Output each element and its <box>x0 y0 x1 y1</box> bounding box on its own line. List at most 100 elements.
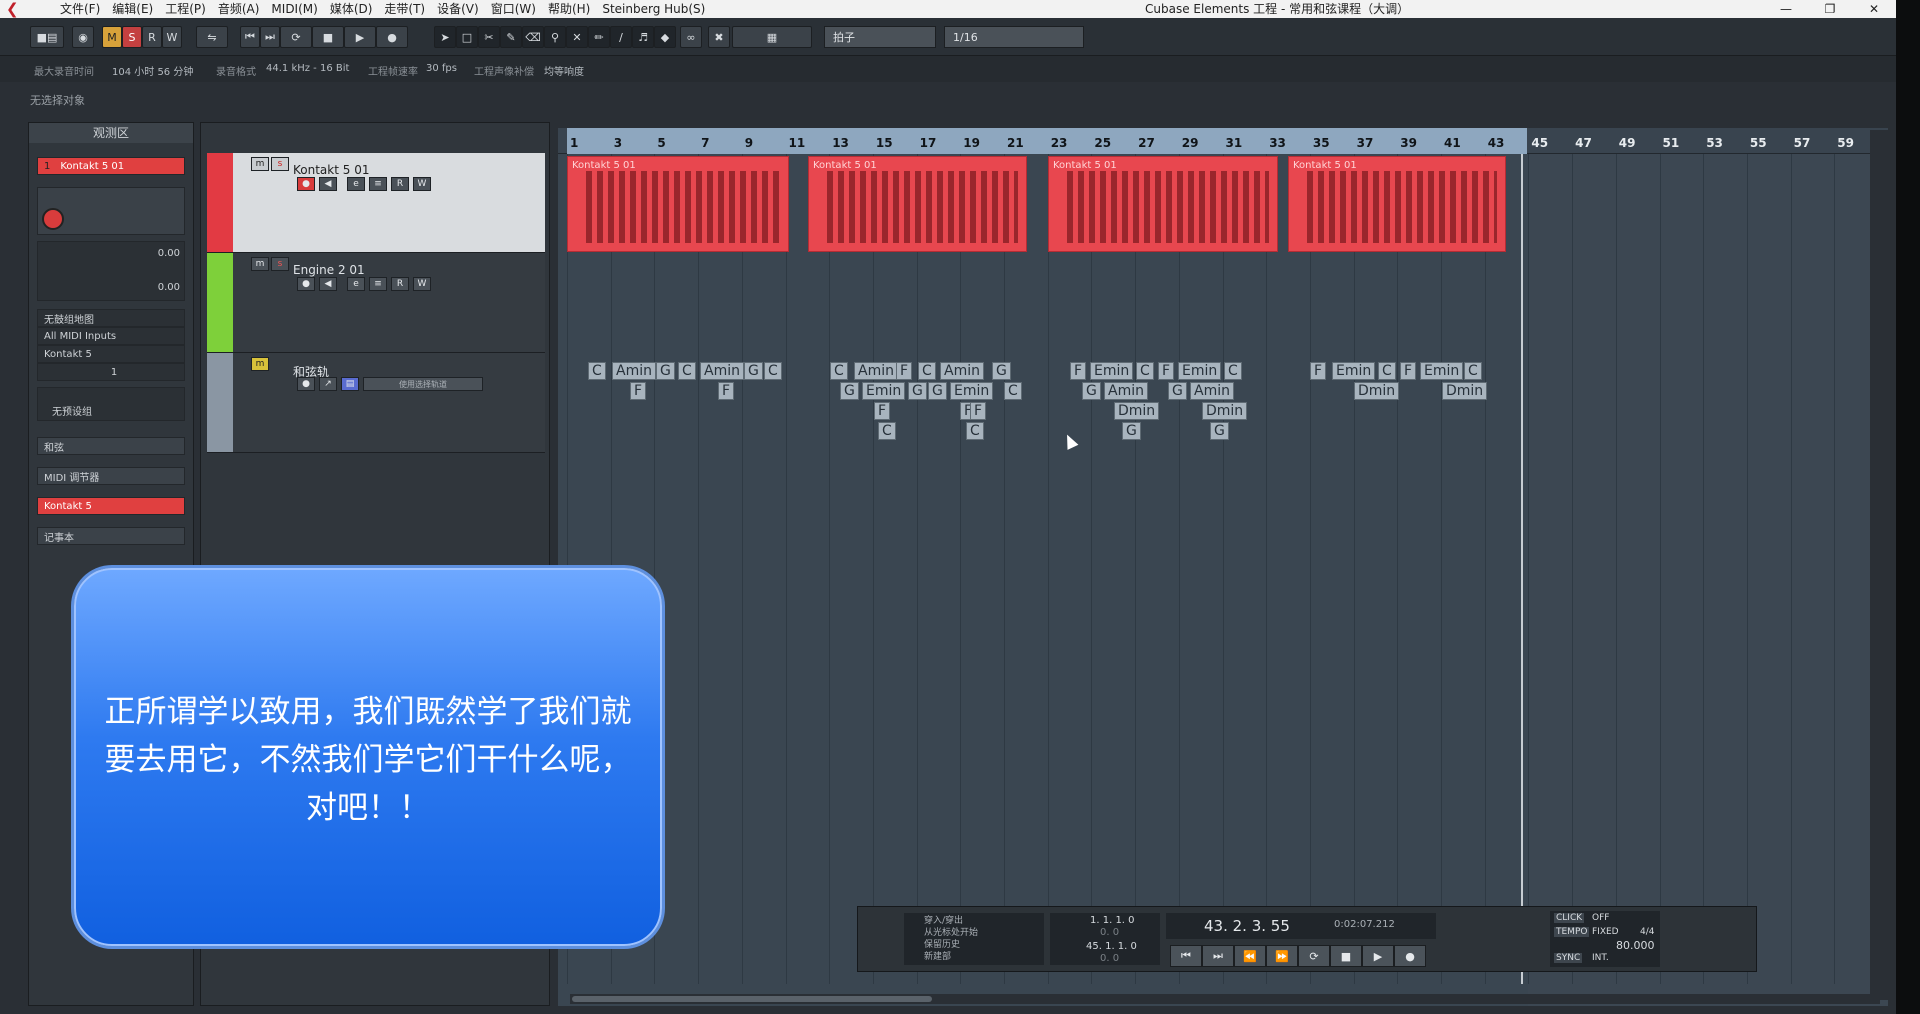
track-chord[interactable]: m 和弦轨 ● ↗ ▤ 使用选择轨道 <box>207 353 545 453</box>
horizontal-scrollbar[interactable] <box>570 994 1880 1004</box>
menu-item[interactable]: Steinberg Hub(S) <box>602 0 705 18</box>
click-state[interactable]: OFF <box>1592 913 1609 923</box>
menu-item[interactable]: 设备(V) <box>437 0 479 18</box>
chord-event[interactable]: F <box>1158 362 1175 380</box>
minimize-icon[interactable]: — <box>1764 0 1808 18</box>
bar-position[interactable]: 43. 2. 3. 55 <box>1204 917 1290 935</box>
chord-event[interactable]: Amin <box>700 362 744 380</box>
restore-icon[interactable]: ❐ <box>1808 0 1852 18</box>
menu-item[interactable]: 窗口(W) <box>491 0 536 18</box>
scrollbar-thumb[interactable] <box>572 996 932 1002</box>
chord-event[interactable]: C <box>1004 382 1022 400</box>
split-tool-icon[interactable]: ✂ <box>478 26 500 48</box>
chord-event[interactable]: G <box>744 362 763 380</box>
inspector-track-name[interactable]: 1 Kontakt 5 01 <box>37 157 185 175</box>
record-icon[interactable]: ● <box>1394 945 1426 967</box>
goto-start-icon[interactable]: ⏮ <box>240 26 260 48</box>
timeline-ruler[interactable]: 1 3 5 7 9 11 13 15 17 19 21 23 25 27 29 31 33 35 37 39 41 43 4… <box>558 128 1888 154</box>
chord-event[interactable]: Emin <box>862 382 906 400</box>
drum-map-select[interactable]: 无鼓组地图 <box>37 309 185 327</box>
midi-output-select[interactable]: Kontakt 5 <box>37 345 185 363</box>
forward-icon[interactable]: ⏩ <box>1266 945 1298 967</box>
vertical-zoom-bar[interactable] <box>1870 130 1892 1000</box>
chord-event[interactable]: G <box>1210 422 1229 440</box>
cycle-icon[interactable]: ⟳ <box>1298 945 1330 967</box>
track-name[interactable]: Kontakt 5 01 <box>293 163 369 177</box>
chord-assistant-icon[interactable]: ▤ <box>341 377 359 391</box>
chord-event[interactable]: G <box>840 382 859 400</box>
program-select[interactable]: 无预设组 <box>37 387 185 421</box>
zoom-tool-icon[interactable]: ⚲ <box>544 26 566 48</box>
chord-event[interactable]: G <box>1122 422 1141 440</box>
chord-event[interactable]: C <box>1378 362 1396 380</box>
play-icon[interactable]: ▶ <box>1362 945 1394 967</box>
range-tool-icon[interactable]: □ <box>456 26 478 48</box>
color-tool-icon[interactable]: ◆ <box>654 26 676 48</box>
write-button[interactable]: W <box>413 177 431 191</box>
track-name[interactable]: Engine 2 01 <box>293 263 365 277</box>
cycle-icon[interactable]: ⟳ <box>280 26 312 48</box>
sync-mode[interactable]: INT. <box>1592 953 1609 963</box>
read-button[interactable]: R <box>391 177 409 191</box>
right-locator[interactable]: 45. 1. 1. 0 <box>1086 941 1137 952</box>
rewind-icon[interactable]: ⏪ <box>1234 945 1266 967</box>
solo-global-button[interactable]: S <box>122 26 142 48</box>
record-enable-button[interactable]: ● <box>297 177 315 191</box>
chord-event[interactable]: F <box>630 382 647 400</box>
stop-icon[interactable]: ■ <box>312 26 344 48</box>
follow-track-select[interactable]: 使用选择轨道 <box>363 377 483 391</box>
track-engine[interactable]: m s Engine 2 01 ● ◀ e ≡ R W <box>207 253 545 353</box>
fps-value[interactable]: 30 fps <box>426 63 457 74</box>
volume-value[interactable]: 0.00 <box>158 248 180 259</box>
snap-on-icon[interactable]: ✖ <box>708 26 730 48</box>
mute-button[interactable]: m <box>251 257 269 271</box>
midi-input-select[interactable]: All MIDI Inputs <box>37 327 185 345</box>
erase-tool-icon[interactable]: ⌫ <box>522 26 544 48</box>
menu-item[interactable]: 工程(P) <box>165 0 206 18</box>
chord-event[interactable]: Dmin <box>1354 382 1400 400</box>
chord-event[interactable]: C <box>588 362 606 380</box>
draw-tool-icon[interactable]: ✏ <box>588 26 610 48</box>
goto-end-icon[interactable]: ⏭ <box>1202 945 1234 967</box>
menu-item[interactable]: 走带(T) <box>384 0 425 18</box>
lanes-button[interactable]: ≡ <box>369 177 387 191</box>
link-icon[interactable]: ∞ <box>680 26 702 48</box>
read-button[interactable]: R <box>391 277 409 291</box>
menu-item[interactable]: 媒体(D) <box>330 0 373 18</box>
chord-event[interactable]: G <box>928 382 947 400</box>
chord-event[interactable]: F <box>896 362 913 380</box>
position-display[interactable]: 43. 2. 3. 55 0:02:07.212 <box>1166 913 1436 939</box>
record-enable-button[interactable]: ● <box>297 377 315 391</box>
line-tool-icon[interactable]: ∕ <box>610 26 632 48</box>
chord-event[interactable]: C <box>1464 362 1482 380</box>
chord-event[interactable]: C <box>918 362 936 380</box>
chord-edit-icon[interactable]: ↗ <box>319 377 337 391</box>
left-locator[interactable]: 1. 1. 1. 0 <box>1090 915 1135 926</box>
time-signature[interactable]: 4/4 <box>1640 927 1654 937</box>
chord-event[interactable]: Amin <box>854 362 898 380</box>
menu-item[interactable]: 编辑(E) <box>112 0 153 18</box>
menu-item[interactable]: 帮助(H) <box>548 0 590 18</box>
chord-event[interactable]: C <box>830 362 848 380</box>
solo-button[interactable]: s <box>271 157 289 171</box>
autoscroll-icon[interactable]: ⇋ <box>196 26 228 48</box>
chord-event[interactable]: F <box>1070 362 1087 380</box>
solo-button[interactable]: s <box>271 257 289 271</box>
record-mode-panel[interactable]: 穿入/穿出 从光标处开始 保留历史 新建部 <box>904 913 1044 965</box>
chord-event[interactable]: Emin <box>1420 362 1464 380</box>
sync-label[interactable]: SYNC <box>1554 953 1583 963</box>
goto-start-icon[interactable]: ⏮ <box>1170 945 1202 967</box>
quantize-select[interactable]: 1/16 <box>944 26 1084 48</box>
chord-event[interactable]: Emin <box>1332 362 1376 380</box>
chord-event[interactable]: C <box>678 362 696 380</box>
record-enable-button[interactable]: ● <box>297 277 315 291</box>
chord-event[interactable]: G <box>656 362 675 380</box>
playhead[interactable] <box>1521 154 1523 984</box>
chord-event[interactable]: G <box>908 382 927 400</box>
chord-event[interactable]: Amin <box>612 362 656 380</box>
goto-end-icon[interactable]: ⏭ <box>260 26 280 48</box>
click-label[interactable]: CLICK <box>1554 913 1585 923</box>
cycle-range[interactable] <box>567 128 1527 154</box>
track-kontakt[interactable]: m s Kontakt 5 01 ● ◀ e ≡ R W <box>207 153 545 253</box>
chord-event[interactable]: Emin <box>1090 362 1134 380</box>
